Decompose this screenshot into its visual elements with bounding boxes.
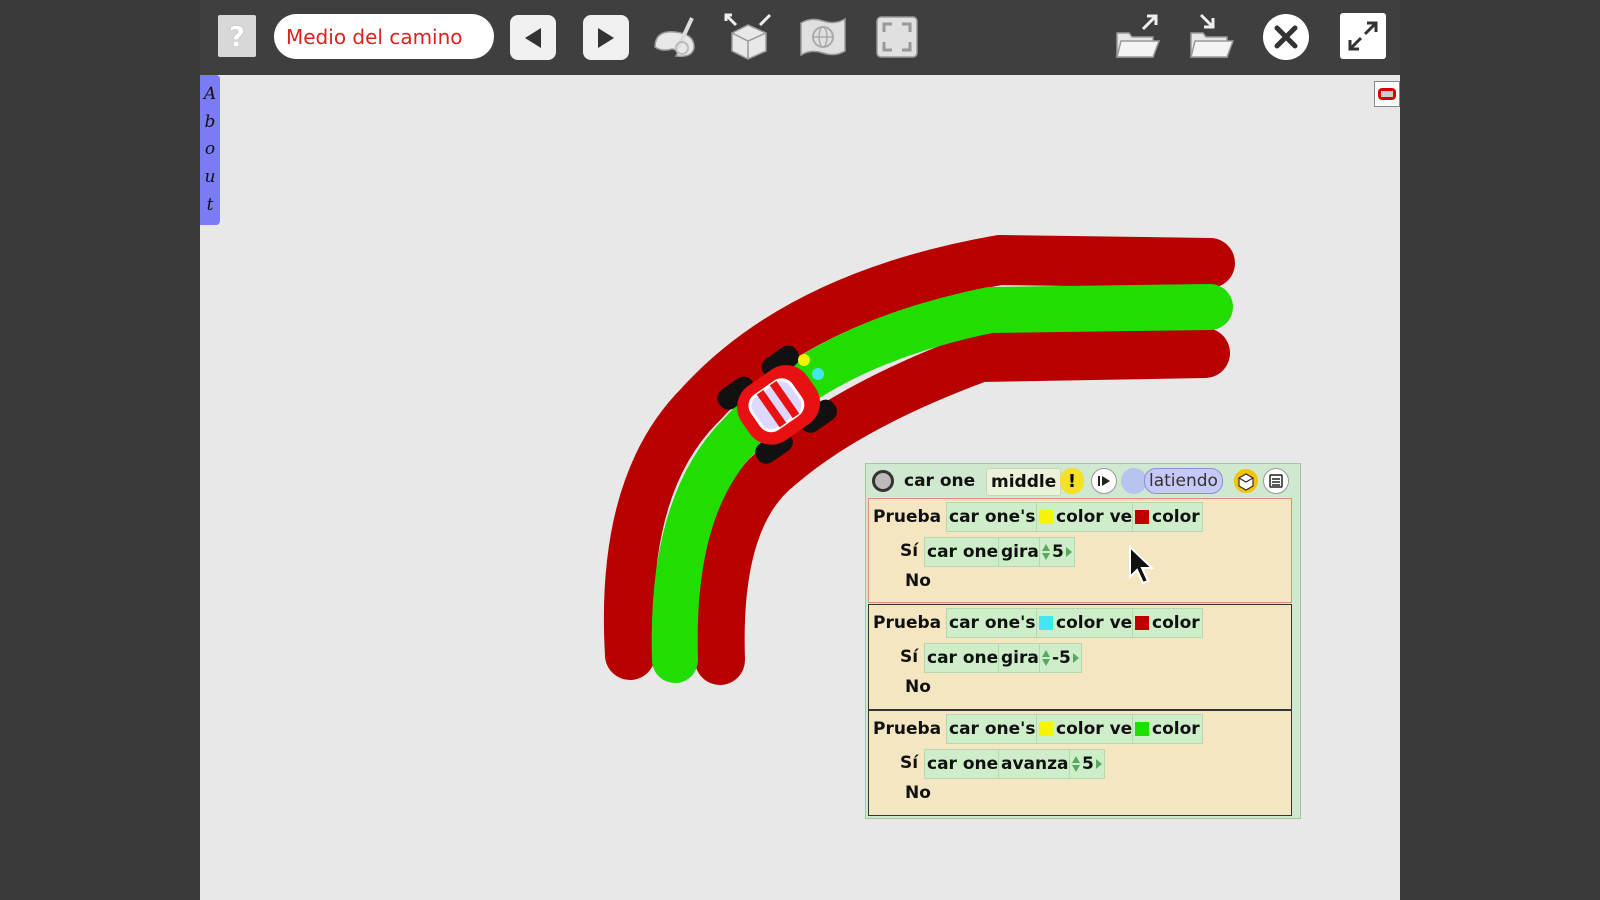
project-title-field[interactable]: Medio del camino	[274, 14, 494, 59]
sprite-icon[interactable]	[1233, 468, 1259, 494]
value-arrow-icon[interactable]	[1095, 759, 1102, 769]
color-sees-tile[interactable]: color ve	[1036, 502, 1136, 532]
supplies-box-icon	[724, 13, 772, 60]
close-button[interactable]	[1262, 13, 1310, 61]
car-sprite[interactable]	[700, 330, 850, 480]
script-header: car one middle ! latiendo	[866, 464, 1300, 498]
step-icon	[1098, 476, 1110, 486]
paint-palette-icon	[654, 17, 695, 58]
test-label: Prueba	[873, 719, 942, 739]
target-color-tile[interactable]: color	[1132, 608, 1203, 638]
color-sees-tile[interactable]: color ve	[1036, 608, 1136, 638]
world-canvas[interactable]: A b o u t car one middle ! latiendo Prue…	[200, 75, 1400, 900]
save-folder-icon	[1190, 13, 1235, 58]
script-name-field[interactable]: middle	[986, 468, 1062, 496]
target-color-tile[interactable]: color	[1132, 714, 1203, 744]
stepper-arrows-icon[interactable]	[1072, 755, 1080, 773]
open-folder-icon	[1116, 14, 1161, 58]
step-button[interactable]	[1091, 468, 1117, 494]
condition-subject-tile[interactable]: car one's	[946, 608, 1039, 638]
test-label: Prueba	[873, 507, 942, 527]
script-owner-name[interactable]: car one	[904, 469, 975, 493]
turn-command-tile[interactable]: gira	[998, 643, 1042, 673]
previous-page-button[interactable]	[510, 15, 556, 60]
fullscreen-frame-button[interactable]	[870, 10, 924, 64]
mouse-cursor-icon	[1129, 545, 1154, 585]
yes-label: Sí	[900, 541, 919, 561]
value-arrow-icon[interactable]	[1065, 547, 1072, 557]
expand-icon	[1348, 21, 1378, 51]
menu-icon	[1269, 474, 1283, 488]
color-sees-tile[interactable]: color ve	[1036, 714, 1136, 744]
red-swatch-icon[interactable]	[1135, 510, 1149, 524]
command-object-tile[interactable]: car one	[924, 643, 1002, 673]
save-project-button[interactable]	[1186, 10, 1240, 64]
supplies-button[interactable]	[721, 10, 775, 64]
world-button[interactable]	[796, 10, 850, 64]
condition-subject-tile[interactable]: car one's	[946, 714, 1039, 744]
no-label: No	[905, 571, 931, 591]
command-object-tile[interactable]: car one	[924, 537, 1002, 567]
yes-label: Sí	[900, 647, 919, 667]
expand-button[interactable]	[1340, 13, 1386, 59]
no-label: No	[905, 783, 931, 803]
script-close-circle-icon[interactable]	[872, 470, 894, 492]
close-icon	[1263, 14, 1309, 60]
turn-value-tile[interactable]: 5	[1039, 537, 1075, 567]
test-label: Prueba	[873, 613, 942, 633]
no-label: No	[905, 677, 931, 697]
stepper-arrows-icon[interactable]	[1042, 649, 1050, 667]
value-arrow-icon[interactable]	[1072, 653, 1079, 663]
script-status-ticking[interactable]: latiendo	[1144, 468, 1223, 494]
back-arrow-icon	[525, 27, 541, 48]
next-page-button[interactable]	[583, 15, 629, 60]
cyan-swatch-icon[interactable]	[1039, 616, 1053, 630]
script-menu-button[interactable]	[1263, 468, 1289, 494]
condition-subject-tile[interactable]: car one's	[946, 502, 1039, 532]
command-object-tile[interactable]: car one	[924, 749, 1002, 779]
test-block[interactable]: Prueba car one's color ve color Sí car o…	[868, 604, 1292, 710]
paint-button[interactable]	[648, 10, 702, 64]
help-icon: ?	[228, 19, 246, 53]
turn-command-tile[interactable]: gira	[998, 537, 1042, 567]
car-thumbnail-icon[interactable]	[1374, 81, 1400, 107]
help-button[interactable]: ?	[218, 15, 256, 57]
open-project-button[interactable]	[1112, 10, 1166, 64]
yellow-swatch-icon[interactable]	[1039, 510, 1053, 524]
forward-command-tile[interactable]: avanza	[998, 749, 1072, 779]
yes-label: Sí	[900, 753, 919, 773]
cyan-sensor	[812, 368, 824, 380]
yellow-swatch-icon[interactable]	[1039, 722, 1053, 736]
turn-value-tile[interactable]: -5	[1039, 643, 1082, 673]
forward-value-tile[interactable]: 5	[1069, 749, 1105, 779]
forward-arrow-icon	[598, 27, 614, 48]
script-viewer[interactable]: car one middle ! latiendo Prueba car one…	[865, 463, 1301, 819]
target-color-tile[interactable]: color	[1132, 502, 1203, 532]
green-swatch-icon[interactable]	[1135, 722, 1149, 736]
toolbar: ? Medio del camino	[200, 0, 1400, 75]
script-warning-icon[interactable]: !	[1060, 468, 1084, 494]
stepper-arrows-icon[interactable]	[1042, 543, 1050, 561]
world-icon	[800, 17, 846, 57]
test-block[interactable]: Prueba car one's color ve color Sí car o…	[868, 710, 1292, 816]
yellow-sensor	[798, 354, 810, 366]
test-block[interactable]: Prueba car one's color ve color Sí car o…	[868, 498, 1292, 603]
fullscreen-frame-icon	[876, 16, 918, 58]
red-swatch-icon[interactable]	[1135, 616, 1149, 630]
